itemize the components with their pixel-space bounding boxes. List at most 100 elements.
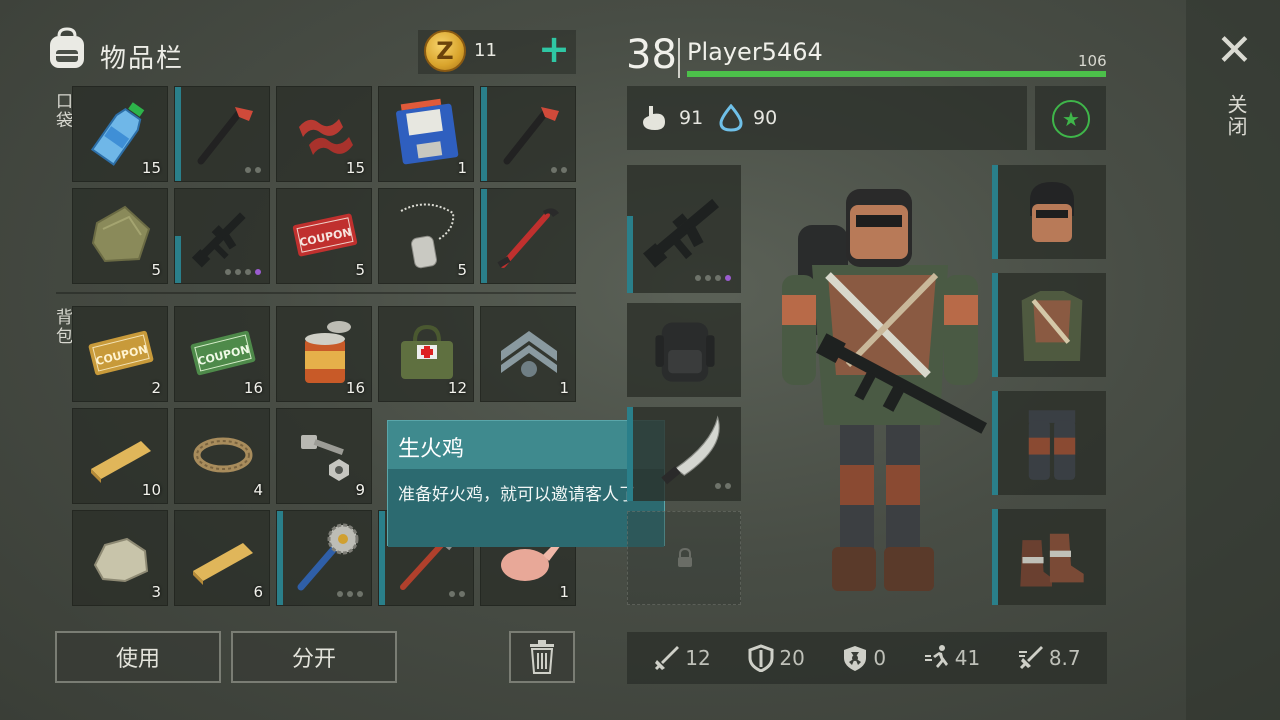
item-quantity: 9 <box>355 481 365 499</box>
boots-slot[interactable] <box>992 509 1106 605</box>
bolt-nut-icon <box>301 435 349 481</box>
attack-stat: 12 <box>653 644 711 672</box>
sword-icon <box>655 646 680 671</box>
rope-icon <box>193 437 253 473</box>
durability-bar <box>277 511 283 605</box>
section-divider <box>56 292 576 294</box>
backpack-slot-4[interactable]: 12 <box>378 306 474 402</box>
durability-bar <box>175 87 181 181</box>
durability-bar <box>481 189 487 283</box>
item-quantity: 5 <box>457 261 467 279</box>
backpack-equip-slot[interactable] <box>627 303 741 397</box>
player-level: 38 <box>626 32 677 78</box>
armored-pants-icon <box>1028 410 1076 480</box>
trash-button[interactable] <box>509 631 575 683</box>
durability-bar <box>481 87 487 181</box>
radiation-stat: 0 <box>841 644 886 672</box>
pocket-slot-6[interactable]: 5 <box>72 188 168 284</box>
backpack-slot-3[interactable]: 16 <box>276 306 372 402</box>
crowbar-icon <box>197 107 253 165</box>
durability-bar <box>627 407 633 501</box>
backpack-slot-7[interactable]: 4 <box>174 408 270 504</box>
pants-slot[interactable] <box>992 391 1106 495</box>
close-label[interactable]: 关闭 <box>1222 94 1251 138</box>
character-model <box>782 189 988 591</box>
close-icon[interactable]: ✕ <box>1216 29 1253 73</box>
xp-bar <box>687 71 1106 77</box>
backpack-slot-9[interactable]: 3 <box>72 510 168 606</box>
pocket-slot-8[interactable]: COUPON 5 <box>276 188 372 284</box>
trash-icon <box>530 640 554 674</box>
pocket-slot-5[interactable] <box>480 86 576 182</box>
tooltip-description: 准备好火鸡，就可以邀请客人了 <box>388 469 664 547</box>
durability-bar <box>627 216 633 293</box>
item-quantity: 16 <box>345 379 365 397</box>
weapon-slot[interactable] <box>627 165 741 293</box>
backpack-slot-1[interactable]: COUPON 2 <box>72 306 168 402</box>
food-value: 91 <box>679 107 704 129</box>
durability-bar <box>992 509 998 605</box>
lock-icon <box>678 548 692 567</box>
pocket-slot-4[interactable]: 1 <box>378 86 474 182</box>
inventory-title: 物品栏 <box>100 44 185 74</box>
item-quantity: 1 <box>559 379 569 397</box>
name-separator <box>678 38 680 78</box>
pocket-slot-7[interactable] <box>174 188 270 284</box>
item-quantity: 10 <box>141 481 161 499</box>
item-quantity: 6 <box>253 583 263 601</box>
dog-tag-icon <box>400 203 455 269</box>
item-quantity: 1 <box>457 159 467 177</box>
rarity-dots <box>715 483 731 489</box>
item-quantity: 5 <box>355 261 365 279</box>
durability-bar <box>175 236 181 283</box>
backpack-slot-6[interactable]: 10 <box>72 408 168 504</box>
crowbar-icon <box>503 107 559 165</box>
tooltip-title: 生火鸡 <box>398 437 465 462</box>
item-tooltip: 生火鸡 准备好火鸡，就可以邀请客人了 <box>387 420 665 547</box>
item-quantity: 15 <box>141 159 161 177</box>
backpack-slot-10[interactable]: 6 <box>174 510 270 606</box>
pocket-slot-10[interactable] <box>480 188 576 284</box>
melee-slot[interactable] <box>627 407 741 501</box>
rarity-dots <box>551 167 567 173</box>
use-button[interactable]: 使用 <box>55 631 221 683</box>
pocket-slot-9[interactable]: 5 <box>378 188 474 284</box>
backpack-slot-8[interactable]: 9 <box>276 408 372 504</box>
speed-stat: 41 <box>923 644 980 672</box>
attack-speed-stat: 8.7 <box>1017 644 1081 672</box>
xp-value: 106 <box>1078 52 1107 70</box>
helmet-slot[interactable] <box>992 165 1106 259</box>
running-icon <box>924 645 948 668</box>
pocket-slot-1[interactable]: 15 <box>72 86 168 182</box>
backpack-slot-5[interactable]: 1 <box>480 306 576 402</box>
rarity-dots <box>449 591 465 597</box>
pocket-slot-2[interactable] <box>174 86 270 182</box>
star-icon[interactable]: ★ <box>1052 100 1090 138</box>
durability-bar <box>992 165 998 259</box>
coin-count: 11 <box>474 40 497 61</box>
survival-kit-coupon-icon: COUPON <box>88 330 154 376</box>
rarity-dots <box>695 275 731 281</box>
stomach-icon <box>643 106 665 130</box>
split-button[interactable]: 分开 <box>231 631 397 683</box>
shield-icon <box>748 644 774 672</box>
durability-bar <box>379 511 385 605</box>
machete-icon <box>661 415 720 485</box>
pocket-slot-3[interactable]: 15 <box>276 86 372 182</box>
vest-slot[interactable] <box>992 273 1106 377</box>
saw-mace-icon <box>297 523 359 591</box>
cloth-rag-icon <box>91 205 151 263</box>
backpack-icon <box>50 27 84 68</box>
durability-bar <box>992 391 998 495</box>
durability-bar <box>992 273 998 377</box>
armor-vest-icon <box>1021 291 1083 361</box>
backpack-slot-11[interactable] <box>276 510 372 606</box>
add-coins-button[interactable]: + <box>536 30 572 68</box>
item-quantity: 5 <box>151 261 161 279</box>
backpack-slot-2[interactable]: COUPON 16 <box>174 306 270 402</box>
assault-rifle-icon <box>643 198 720 268</box>
floppy-disk-icon <box>396 98 459 165</box>
item-quantity: 16 <box>243 379 263 397</box>
item-quantity: 2 <box>151 379 161 397</box>
item-quantity: 1 <box>559 583 569 601</box>
